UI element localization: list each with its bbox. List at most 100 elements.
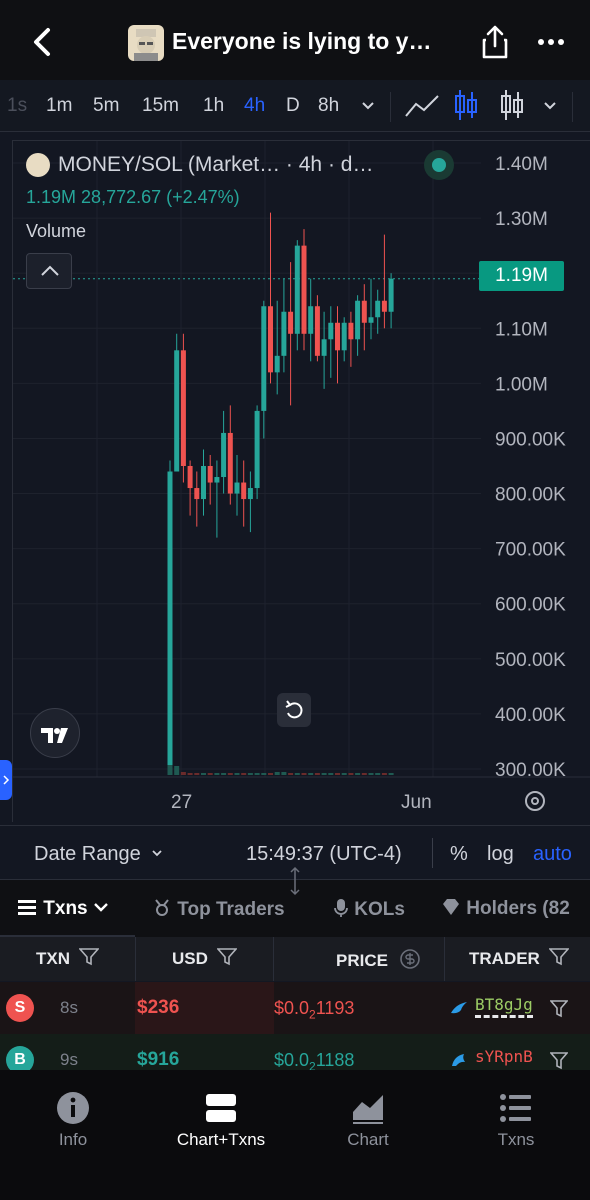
y-axis-label: 300.00K (495, 760, 566, 781)
line-chart-icon[interactable] (404, 92, 440, 120)
volume-bar (308, 773, 314, 775)
tab-top-traders[interactable]: Top Traders (152, 898, 285, 921)
timeframe-1h[interactable]: 1h (203, 95, 224, 117)
volume-bar (167, 765, 173, 775)
collapse-legend-button[interactable] (26, 253, 72, 289)
date-range-button[interactable]: Date Range (34, 843, 164, 866)
candle-body (388, 278, 394, 312)
price-prefix: $0.0 (274, 998, 310, 1018)
timeframe-8h[interactable]: 8h (318, 95, 339, 117)
app-header: Everyone is lying to y… (0, 0, 590, 80)
x-axis-label: 27 (171, 792, 192, 813)
filter-icon[interactable] (550, 1052, 568, 1070)
microphone-icon (334, 899, 348, 917)
auto-scale-toggle[interactable]: auto (533, 843, 572, 866)
resize-handle-icon[interactable] (287, 866, 303, 896)
volume-bar (294, 773, 300, 775)
data-tabs: Txns Top Traders KOLs Holders (82 (0, 866, 590, 938)
filter-icon[interactable] (550, 1000, 568, 1018)
volume-bar (261, 773, 267, 775)
filter-icon[interactable] (215, 948, 238, 966)
table-row[interactable]: S 8s $236 $0.021193 BT8gJg (0, 982, 590, 1034)
candle-body (268, 306, 273, 373)
volume-bar (361, 773, 367, 775)
timeframe-dropdown-icon[interactable] (360, 97, 376, 113)
list-icon (18, 900, 36, 915)
tab-holders[interactable]: Holders (82 (441, 898, 570, 920)
candle-body (187, 466, 193, 489)
tab-kols[interactable]: KOLs (333, 898, 405, 921)
candle-body (227, 432, 233, 494)
candle-body (274, 355, 280, 373)
volume-bar (187, 773, 193, 775)
candle-body (214, 477, 220, 483)
nav-chart-txns[interactable]: Chart+Txns (156, 1090, 286, 1150)
settings-gear-icon (525, 791, 545, 811)
y-axis-label: 1.30M (495, 209, 548, 230)
tab-top-traders-label: Top Traders (177, 899, 285, 920)
volume-bar (274, 772, 280, 775)
timeframe-1s[interactable]: 1s (7, 95, 27, 117)
percent-scale-toggle[interactable]: % (450, 843, 468, 866)
side-drawer-handle[interactable] (0, 760, 12, 800)
candle-body (241, 482, 247, 500)
candle-body (167, 471, 173, 769)
timeframe-toolbar: 1s 1m 5m 15m 1h 4h D 8h (0, 80, 590, 132)
share-icon[interactable] (480, 24, 510, 60)
nav-txns[interactable]: Txns (451, 1090, 581, 1150)
chart-type-dropdown-icon[interactable] (542, 97, 558, 113)
nav-info[interactable]: Info (8, 1090, 138, 1150)
trader-address[interactable]: sYRpnB (475, 1047, 533, 1067)
nav-info-label: Info (58, 1130, 88, 1149)
reset-chart-button[interactable] (277, 693, 311, 727)
candlestick-icon[interactable] (452, 88, 480, 122)
more-options-icon[interactable] (536, 30, 566, 54)
y-axis-label: 500.00K (495, 650, 566, 671)
tradingview-logo-icon[interactable] (30, 708, 80, 758)
timeframe-15m[interactable]: 15m (142, 95, 179, 117)
legend-change: 28,772.67 (+2.47%) (81, 187, 240, 207)
token-avatar (128, 25, 164, 61)
bar-chart-icon[interactable] (498, 88, 526, 122)
timeframe-d[interactable]: D (286, 95, 300, 117)
candle-body (288, 311, 294, 334)
timeframe-1m[interactable]: 1m (46, 95, 72, 117)
volume-bar (375, 773, 381, 775)
legend-price-change: 1.19M 28,772.67 (+2.47%) (26, 187, 240, 208)
filter-icon[interactable] (547, 948, 570, 966)
back-arrow-icon[interactable] (28, 26, 56, 58)
nav-chart-label: Chart (347, 1130, 389, 1149)
volume-bar (241, 773, 247, 775)
candle-body (254, 410, 260, 489)
trader-column-header[interactable]: TRADER (469, 948, 570, 969)
trader-address[interactable]: BT8gJg (475, 995, 533, 1018)
y-axis-label: 900.00K (495, 429, 566, 450)
volume-bar (341, 773, 347, 775)
volume-bar (301, 773, 307, 775)
candle-body (321, 339, 327, 356)
volume-bar (174, 766, 180, 775)
price-column-header[interactable]: PRICE (336, 948, 421, 971)
timeframe-5m[interactable]: 5m (93, 95, 119, 117)
usd-column-header[interactable]: USD (172, 948, 238, 969)
currency-toggle-icon[interactable] (399, 948, 421, 970)
column-divider (444, 937, 445, 981)
x-axis-label: Jun (401, 792, 432, 813)
log-scale-toggle[interactable]: log (487, 843, 514, 866)
legend-price: 1.19M (26, 187, 77, 207)
candle-body (328, 322, 334, 340)
candle-body (301, 245, 307, 334)
volume-bar (180, 772, 186, 775)
clock-timezone[interactable]: 15:49:37 (UTC-4) (246, 843, 402, 866)
filter-icon[interactable] (77, 948, 100, 966)
timeframe-4h[interactable]: 4h (244, 95, 265, 117)
candle-body (180, 350, 186, 466)
nav-chart[interactable]: Chart (303, 1090, 433, 1150)
txn-column-header[interactable]: TXN (36, 948, 100, 969)
txn-usd: $916 (137, 1049, 180, 1070)
candle-body (335, 322, 340, 351)
tab-txns[interactable]: Txns (18, 898, 109, 920)
bottom-navigation: Info Chart+Txns Chart Txns (0, 1070, 590, 1200)
volume-bar (348, 773, 354, 775)
dolphin-icon (452, 1054, 465, 1066)
